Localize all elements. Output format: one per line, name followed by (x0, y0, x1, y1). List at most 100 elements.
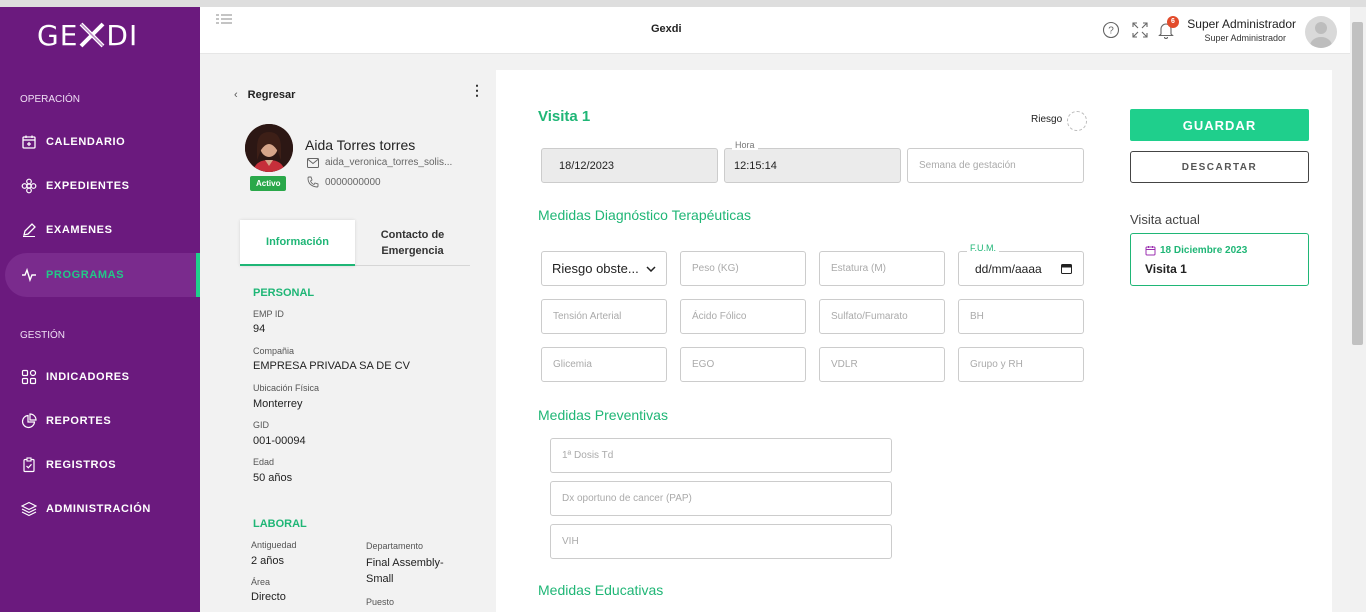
sidebar: GE DI OPERACIÓN CALENDARIO EXPEDIENTES EX… (0, 7, 200, 612)
visit-form-card: Visita 1 Riesgo 18/12/2023 12:15:14 Hora… (496, 70, 1332, 612)
sidebar-item-calendario[interactable]: CALENDARIO (5, 120, 200, 164)
tension-arterial-input[interactable]: Tensión Arterial (541, 299, 667, 334)
layers-icon (21, 501, 37, 517)
section-gestion: GESTIÓN (20, 330, 66, 341)
tab-informacion[interactable]: Información (240, 220, 355, 266)
patient-tabs: Información Contacto de Emergencia (240, 220, 470, 266)
select-value: Riesgo obste... (552, 261, 639, 276)
dosis-td-input[interactable]: 1ª Dosis Td (550, 438, 892, 473)
grupo-rh-input[interactable]: Grupo y RH (958, 347, 1084, 382)
current-visit-card[interactable]: 18 Diciembre 2023 Visita 1 (1130, 233, 1309, 286)
vdlr-input[interactable]: VDLR (819, 347, 945, 382)
field-value: Small (366, 573, 394, 585)
fullscreen-icon[interactable] (1131, 21, 1149, 39)
fum-date-input[interactable]: dd/mm/aaaa (958, 251, 1084, 286)
sidebar-item-programas[interactable]: PROGRAMAS (5, 253, 200, 297)
sidebar-item-registros[interactable]: REGISTROS (5, 443, 200, 487)
grid-icon (21, 369, 37, 385)
calendar-icon[interactable] (1061, 263, 1072, 274)
sidebar-item-expedientes[interactable]: EXPEDIENTES (5, 164, 200, 208)
hora-field[interactable]: 12:15:14 (724, 148, 901, 183)
dx-cancer-input[interactable]: Dx oportuno de cancer (PAP) (550, 481, 892, 516)
field-value: EMPRESA PRIVADA SA DE CV (253, 360, 410, 372)
help-icon[interactable]: ? (1102, 21, 1120, 39)
visit-title: Visita 1 (538, 108, 591, 125)
personal-section-title: PERSONAL (253, 287, 315, 299)
tab-contacto-emergencia[interactable]: Contacto de Emergencia (360, 220, 465, 266)
menu-toggle-icon[interactable] (216, 13, 232, 25)
peso-input[interactable]: Peso (KG) (680, 251, 806, 286)
field-label: Departamento (366, 541, 424, 551)
fum-placeholder: dd/mm/aaaa (975, 261, 1042, 276)
flower-icon (21, 178, 37, 194)
notification-badge: 6 (1167, 16, 1179, 28)
date-field[interactable]: 18/12/2023 (541, 148, 718, 183)
logo-x-icon (79, 22, 105, 48)
current-visit-date-text: 18 Diciembre 2023 (1160, 245, 1248, 256)
sidebar-item-label: CALENDARIO (46, 136, 126, 148)
field-label: Compañia (253, 346, 295, 356)
field-value: 94 (253, 323, 266, 335)
user-role: Super Administrador (1204, 33, 1286, 43)
ego-input[interactable]: EGO (680, 347, 806, 382)
acido-folico-input[interactable]: Ácido Fólico (680, 299, 806, 334)
field-value: Final Assembly- (366, 557, 444, 569)
logo[interactable]: GE DI (37, 19, 138, 52)
top-header: Gexdi ? 6 Super Administrador Super Admi… (200, 7, 1350, 54)
pen-icon (21, 222, 37, 238)
bh-input[interactable]: BH (958, 299, 1084, 334)
logo-text-right: DI (106, 19, 139, 52)
field-value: 001-00094 (253, 435, 306, 447)
field-label: Ubicación Física (253, 383, 320, 393)
estatura-input[interactable]: Estatura (M) (819, 251, 945, 286)
field-label: Antiguedad (251, 540, 297, 550)
glicemia-input[interactable]: Glicemia (541, 347, 667, 382)
riesgo-toggle[interactable] (1067, 111, 1087, 131)
field-label: Área (251, 577, 271, 587)
calendar-icon (1145, 246, 1156, 256)
patient-email-text: aida_veronica_torres_solis... (325, 157, 453, 168)
discard-button[interactable]: DESCARTAR (1130, 151, 1309, 183)
pulse-icon (21, 267, 37, 283)
sidebar-item-label: REGISTROS (46, 459, 117, 471)
more-options-icon[interactable]: ⋮ (470, 82, 484, 99)
save-button[interactable]: GUARDAR (1130, 109, 1309, 141)
field-label: GID (253, 420, 270, 430)
laboral-section-title: LABORAL (253, 518, 307, 530)
patient-email: aida_veronica_torres_solis... (307, 157, 452, 168)
vih-input[interactable]: VIH (550, 524, 892, 559)
pie-chart-icon (21, 413, 37, 429)
riesgo-label: Riesgo (1031, 114, 1063, 125)
current-visit-name: Visita 1 (1145, 262, 1187, 276)
field-value: 2 años (251, 555, 285, 567)
sidebar-item-reportes[interactable]: REPORTES (5, 399, 200, 443)
semana-gestacion-input[interactable]: Semana de gestación (907, 148, 1084, 183)
section-operacion: OPERACIÓN (20, 94, 81, 105)
sidebar-item-label: EXPEDIENTES (46, 180, 130, 192)
phone-icon (307, 176, 319, 188)
logo-text-left: GE (37, 19, 79, 52)
sidebar-item-label: INDICADORES (46, 371, 130, 383)
field-label: Edad (253, 457, 275, 467)
back-button[interactable]: ‹ Regresar (234, 89, 295, 101)
user-name[interactable]: Super Administrador (1187, 17, 1296, 31)
page-scrollbar-thumb[interactable] (1352, 22, 1363, 345)
sidebar-item-administracion[interactable]: ADMINISTRACIÓN (5, 487, 200, 531)
field-label: EMP ID (253, 309, 284, 319)
current-visit-label: Visita actual (1130, 212, 1200, 227)
avatar[interactable] (1305, 16, 1337, 48)
sidebar-item-label: EXAMENES (46, 224, 113, 236)
calendar-plus-icon (21, 134, 37, 150)
status-badge: Activo (250, 176, 287, 191)
diag-section-title: Medidas Diagnóstico Terapéuticas (538, 207, 751, 223)
page-title: Gexdi (651, 23, 682, 35)
fum-label: F.U.M. (967, 243, 999, 253)
sidebar-item-label: ADMINISTRACIÓN (46, 503, 151, 515)
patient-photo (245, 124, 293, 172)
field-value: 50 años (253, 472, 293, 484)
sulfato-fumarato-input[interactable]: Sulfato/Fumarato (819, 299, 945, 334)
hora-label: Hora (732, 140, 758, 150)
sidebar-item-indicadores[interactable]: INDICADORES (5, 355, 200, 399)
sidebar-item-examenes[interactable]: EXAMENES (5, 208, 200, 252)
riesgo-obstetrico-select[interactable]: Riesgo obste... (541, 251, 667, 286)
